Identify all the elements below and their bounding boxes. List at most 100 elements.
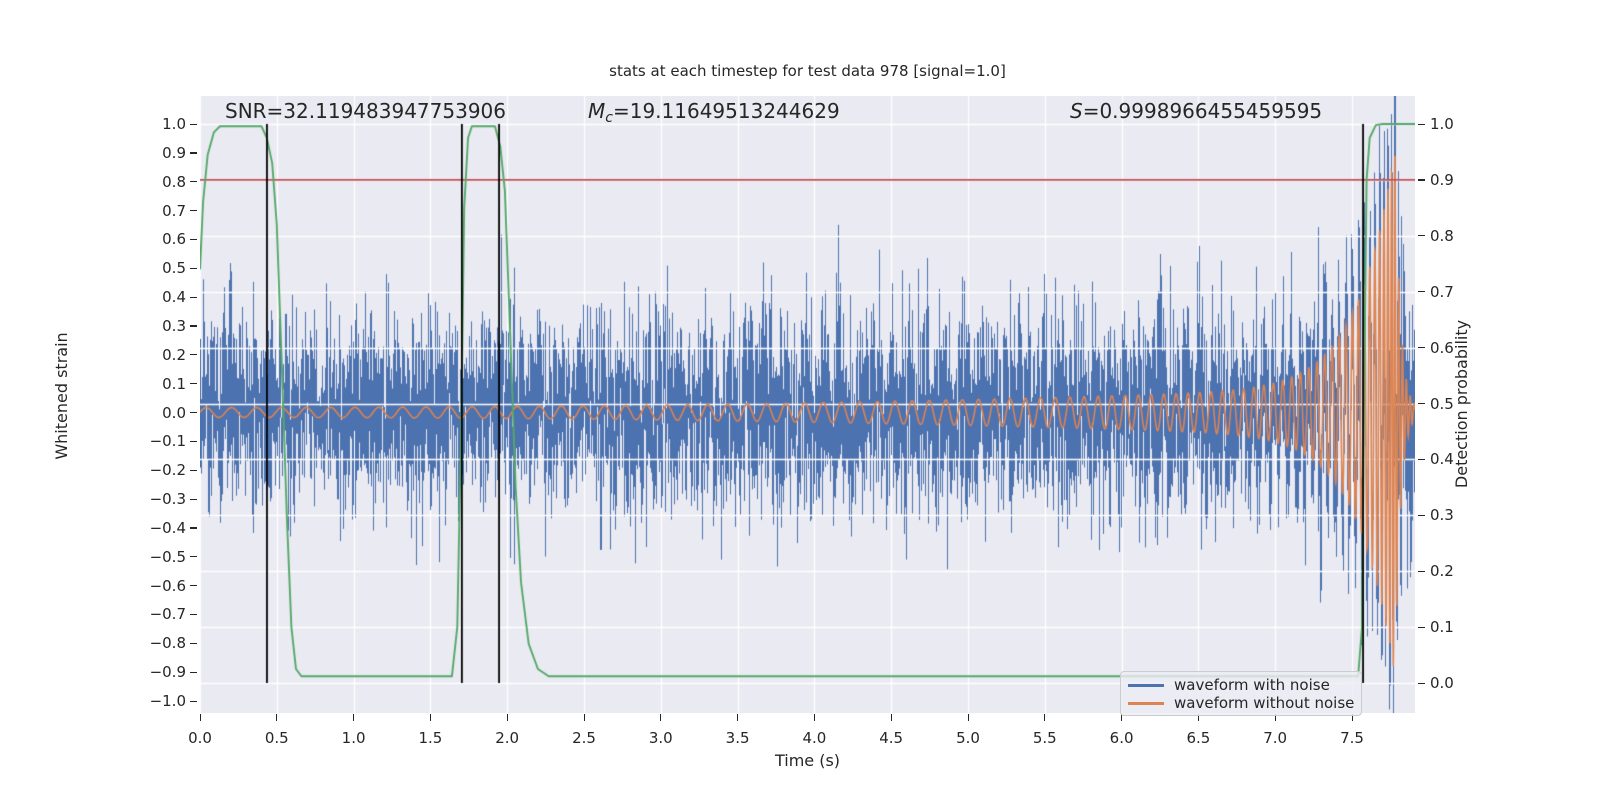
x-tick-mark <box>660 714 662 721</box>
x-tick-label: 0.5 <box>264 729 289 747</box>
x-tick-mark <box>353 714 355 721</box>
x-tick-mark <box>506 714 508 721</box>
x-tick-mark <box>737 714 739 721</box>
y-right-tick-mark <box>1418 682 1425 684</box>
legend: waveform with noise waveform without noi… <box>1120 671 1362 716</box>
y-right-tick-mark <box>1418 626 1425 628</box>
mc-value: =19.11649513244629 <box>612 99 840 123</box>
y-left-tick-label: −1.0 <box>149 692 186 710</box>
y-left-tick-label: 0.5 <box>162 259 186 278</box>
y-right-tick-mark <box>1418 123 1425 125</box>
snr-annotation: SNR=32.119483947753906 <box>225 99 506 123</box>
x-tick-label: 7.5 <box>1340 729 1364 747</box>
x-tick-mark <box>276 714 278 721</box>
x-tick-label: 3.5 <box>725 729 750 747</box>
x-tick-label: 7.0 <box>1263 729 1288 747</box>
figure: stats at each timestep for test data 978… <box>0 0 1600 800</box>
y-right-tick-mark <box>1418 291 1425 293</box>
y-left-tick-mark <box>190 585 197 587</box>
y-left-tick-label: −0.8 <box>149 634 186 653</box>
y-right-tick-label: 0.8 <box>1430 226 1454 245</box>
y-left-tick-mark <box>190 325 197 327</box>
y-right-tick-label: 0.2 <box>1430 562 1454 581</box>
legend-label: waveform with noise <box>1174 676 1330 694</box>
x-tick-label: 1.5 <box>418 729 443 747</box>
y-right-tick-label: 0.1 <box>1430 618 1454 637</box>
y-left-tick-label: 0.2 <box>162 345 186 364</box>
y-left-tick-mark <box>190 527 197 529</box>
y-left-tick-mark <box>190 210 197 212</box>
y-right-tick-mark <box>1418 458 1425 461</box>
x-tick-label: 4.5 <box>879 729 904 747</box>
x-tick-mark <box>583 714 585 721</box>
x-axis-label: Time (s) <box>774 751 841 770</box>
y-right-tick-label: 1.0 <box>1430 115 1454 133</box>
y-left-tick-mark <box>190 152 197 154</box>
x-tick-mark <box>199 714 201 721</box>
mc-subscript: c <box>605 110 613 126</box>
y-left-tick-mark <box>190 383 197 385</box>
s-value: =0.9998966455459595 <box>1082 99 1323 123</box>
x-tick-mark <box>429 714 432 721</box>
y-right-tick-mark <box>1418 570 1425 572</box>
legend-line-blue-icon <box>1128 683 1164 687</box>
y-left-tick-label: −0.3 <box>149 490 186 509</box>
y-left-tick-label: −0.5 <box>149 547 186 566</box>
y-left-tick-mark <box>190 354 197 356</box>
y-left-tick-label: 0.4 <box>162 288 186 307</box>
y-left-tick-mark <box>190 296 197 298</box>
y-left-tick-label: −0.7 <box>149 605 186 624</box>
plot-canvas <box>200 96 1415 713</box>
y-left-tick-label: −0.2 <box>149 461 186 480</box>
y-left-tick-mark <box>190 498 197 500</box>
y-left-tick-mark <box>190 700 197 702</box>
x-tick-label: 5.0 <box>956 729 980 747</box>
y-left-tick-mark <box>190 238 197 241</box>
x-tick-label: 6.5 <box>1186 729 1211 747</box>
x-tick-label: 2.0 <box>495 729 520 747</box>
y-left-tick-mark <box>190 412 197 414</box>
y-left-tick-label: 0.8 <box>162 172 186 191</box>
y-left-tick-label: 0.1 <box>162 374 186 393</box>
y-left-tick-label: 0.3 <box>162 316 186 335</box>
y-right-tick-mark <box>1418 347 1425 349</box>
y-right-tick-mark <box>1418 179 1425 181</box>
x-tick-label: 6.0 <box>1109 729 1134 747</box>
y-left-tick-label: 0.6 <box>162 230 186 249</box>
y-left-tick-label: −0.9 <box>149 663 186 682</box>
y-left-tick-mark <box>190 123 197 125</box>
y-right-tick-label: 0.0 <box>1430 674 1454 692</box>
y-left-tick-label: 0.7 <box>162 201 186 220</box>
s-symbol: S <box>1070 99 1083 123</box>
x-tick-mark <box>967 714 969 721</box>
y-left-tick-label: −0.1 <box>149 432 186 451</box>
legend-item-with-noise: waveform with noise <box>1128 676 1353 694</box>
legend-label: waveform without noise <box>1174 694 1355 712</box>
x-tick-mark <box>1044 714 1046 721</box>
y-left-tick-mark <box>190 613 197 616</box>
y-left-tick-label: 1.0 <box>162 115 186 133</box>
mc-symbol: M <box>588 99 606 123</box>
x-tick-label: 0.0 <box>188 729 212 747</box>
x-tick-mark <box>813 714 816 721</box>
y-left-tick-label: −0.6 <box>149 576 186 595</box>
y-right-tick-mark <box>1418 403 1425 405</box>
snr-text: SNR=32.119483947753906 <box>225 99 506 123</box>
y-left-tick-mark <box>190 671 197 673</box>
x-tick-label: 5.5 <box>1032 729 1057 747</box>
y-left-tick-label: 0.9 <box>162 143 186 162</box>
x-tick-label: 1.0 <box>341 729 366 747</box>
y-left-tick-mark <box>190 642 197 644</box>
chart-title: stats at each timestep for test data 978… <box>609 62 1006 80</box>
x-tick-mark <box>890 714 892 721</box>
y-right-tick-label: 0.7 <box>1430 282 1454 301</box>
y-left-tick-label: −0.4 <box>149 518 186 537</box>
x-tick-label: 2.5 <box>572 729 596 747</box>
y-left-tick-mark <box>190 267 197 269</box>
y-left-tick-mark <box>190 469 197 471</box>
y-left-tick-mark <box>190 440 197 443</box>
y-left-tick-label: 0.0 <box>162 403 186 422</box>
y-right-tick-label: 0.3 <box>1430 506 1454 525</box>
y-right-tick-mark <box>1418 235 1425 237</box>
chirp-mass-annotation: Mc=19.11649513244629 <box>588 99 840 126</box>
